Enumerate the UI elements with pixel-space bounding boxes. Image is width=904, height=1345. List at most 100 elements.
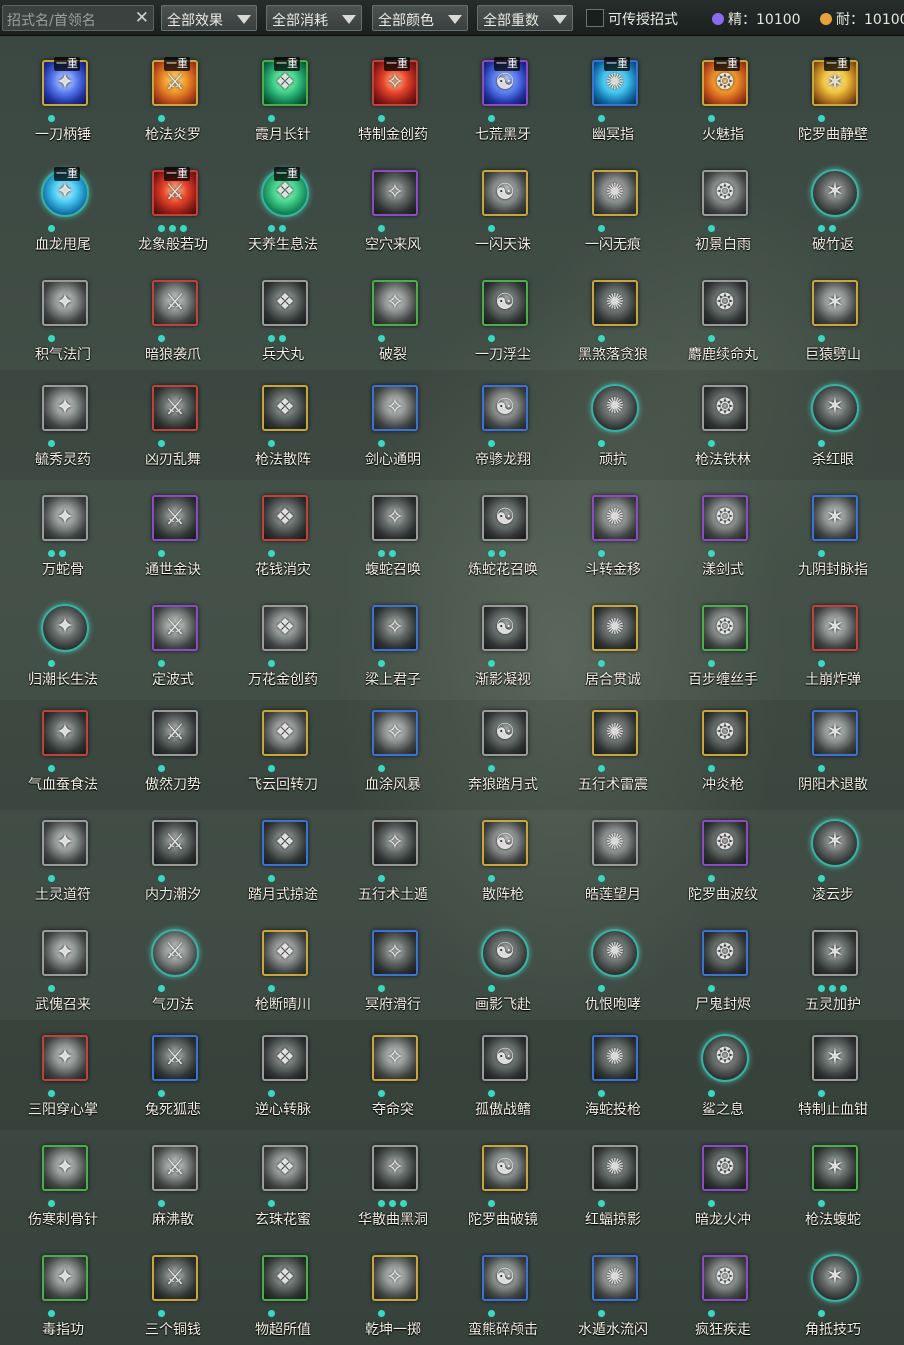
skill-icon[interactable]: ✺ [591,384,639,432]
skill-slot[interactable]: ✧ 梁上君子 [338,589,448,699]
skill-slot[interactable]: ☯ 蛮熊碎颅击 [448,1239,558,1345]
skill-icon[interactable]: ⚔ [152,385,198,431]
skill-slot[interactable]: ✦ 武傀召来 [8,914,118,1024]
skill-slot[interactable]: ☯ 帝骖龙翔 [448,369,558,479]
skill-slot[interactable]: ✧ 冥府滑行 [338,914,448,1024]
teachable-checkbox[interactable] [586,9,604,27]
skill-icon[interactable]: ⚔ [152,1145,198,1191]
skill-slot[interactable]: ✶ 一重 陀罗曲静壁 [778,44,888,154]
skill-icon[interactable]: ✦ [42,820,88,866]
skill-slot[interactable]: ✺ 顽抗 [558,369,668,479]
skill-icon[interactable]: ✧ [372,820,418,866]
skill-icon[interactable]: ✧ [372,710,418,756]
skill-icon[interactable]: ✦ [42,1255,88,1301]
skill-slot[interactable]: ❂ 疯狂疾走 [668,1239,778,1345]
skill-slot[interactable]: ❂ 一重 火魅指 [668,44,778,154]
skill-slot[interactable]: ✺ 皓莲望月 [558,804,668,914]
skill-icon[interactable]: ❂ [702,930,748,976]
skill-icon[interactable]: ❖ [262,495,308,541]
skill-slot[interactable]: ☯ 散阵枪 [448,804,558,914]
skill-slot[interactable]: ❖ 万花金创药 [228,589,338,699]
skill-icon[interactable]: ❖ [262,605,308,651]
skill-icon[interactable]: ❂ [702,605,748,651]
skill-slot[interactable]: ❂ 冲炎枪 [668,694,778,804]
skill-slot[interactable]: ✦ 土灵道符 [8,804,118,914]
skill-slot[interactable]: ☯ 一闪天诛 [448,154,558,264]
skill-icon[interactable]: ⚔ [152,1035,198,1081]
skill-slot[interactable]: ✶ 枪法蝮蛇 [778,1129,888,1239]
skill-icon[interactable]: ✺ [592,280,638,326]
skill-slot[interactable]: ✺ 黑煞落贪狼 [558,264,668,374]
skill-icon[interactable]: ✦ [41,604,89,652]
skill-icon[interactable]: ☯ [482,280,528,326]
skill-icon[interactable]: ☯ [482,1145,528,1191]
skill-icon[interactable]: ❖ [262,280,308,326]
skill-icon[interactable]: ✺ [592,1145,638,1191]
color-filter-dropdown[interactable]: 全部颜色 [372,5,468,31]
skill-slot[interactable]: ❖ 玄珠花蜜 [228,1129,338,1239]
skill-icon[interactable]: ✶ [812,1145,858,1191]
skill-icon[interactable]: ✶ [812,930,858,976]
skill-slot[interactable]: ✧ 破裂 [338,264,448,374]
skill-slot[interactable]: ✺ 仇恨咆哮 [558,914,668,1024]
skill-icon[interactable]: ✧ [372,495,418,541]
skill-slot[interactable]: ✦ 三阳穿心掌 [8,1019,118,1129]
skill-slot[interactable]: ☯ 奔狼踏月式 [448,694,558,804]
skill-slot[interactable]: ❖ 一重 天养生息法 [228,154,338,264]
skill-slot[interactable]: ✧ 一重 特制金创药 [338,44,448,154]
skill-slot[interactable]: ⚔ 气刃法 [118,914,228,1024]
skill-icon[interactable]: ✦ [42,710,88,756]
skill-icon[interactable]: ✧ [372,1255,418,1301]
skill-slot[interactable]: ☯ 陀罗曲破镜 [448,1129,558,1239]
skill-slot[interactable]: ✺ 斗转金移 [558,479,668,589]
skill-icon[interactable]: ✶ [811,384,859,432]
skill-slot[interactable]: ✧ 蝮蛇召唤 [338,479,448,589]
skill-slot[interactable]: ✺ 水遁水流闪 [558,1239,668,1345]
skill-slot[interactable]: ☯ 一刀浮尘 [448,264,558,374]
skill-slot[interactable]: ❖ 踏月式掠途 [228,804,338,914]
skill-slot[interactable]: ❖ 花钱消灾 [228,479,338,589]
skill-icon[interactable]: ✦ [42,930,88,976]
skill-slot[interactable]: ✶ 阴阳术退散 [778,694,888,804]
skill-icon[interactable]: ✦ [42,280,88,326]
skill-slot[interactable]: ❖ 枪法散阵 [228,369,338,479]
skill-icon[interactable]: ☯ [482,820,528,866]
skill-slot[interactable]: ⚔ 暗狼袭爪 [118,264,228,374]
skill-icon[interactable]: ❖ [262,710,308,756]
skill-slot[interactable]: ✶ 土崩炸弹 [778,589,888,699]
skill-slot[interactable]: ⚔ 麻沸散 [118,1129,228,1239]
skill-icon[interactable]: ✺ [591,929,639,977]
skill-slot[interactable]: ✧ 五行术土遁 [338,804,448,914]
skill-slot[interactable]: ✦ 一重 一刀柄锤 [8,44,118,154]
skill-slot[interactable]: ✦ 积气法门 [8,264,118,374]
skill-icon[interactable]: ❂ [702,820,748,866]
skill-slot[interactable]: ❂ 枪法铁林 [668,369,778,479]
skill-slot[interactable]: ❂ 漾剑式 [668,479,778,589]
skill-slot[interactable]: ☯ 炼蛇花召唤 [448,479,558,589]
skill-slot[interactable]: ⚔ 定波式 [118,589,228,699]
skill-icon[interactable]: ❂ [701,1034,749,1082]
skill-icon[interactable]: ✺ [592,495,638,541]
skill-icon[interactable]: ✦ [42,495,88,541]
skill-slot[interactable]: ⚔ 一重 枪法炎罗 [118,44,228,154]
skill-icon[interactable]: ☯ [482,1255,528,1301]
skill-icon[interactable]: ❖ [262,1145,308,1191]
skill-slot[interactable]: ❂ 尸鬼封烬 [668,914,778,1024]
skill-slot[interactable]: ✧ 空穴来风 [338,154,448,264]
skill-slot[interactable]: ⚔ 通世金诀 [118,479,228,589]
skill-icon[interactable]: ⚔ [152,710,198,756]
skill-icon[interactable]: ⚔ [152,820,198,866]
skill-icon[interactable]: ❖ [262,385,308,431]
skill-slot[interactable]: ✺ 五行术雷震 [558,694,668,804]
skill-slot[interactable]: ✶ 破竹返 [778,154,888,264]
skill-icon[interactable]: ⚔ [152,605,198,651]
skill-slot[interactable]: ⚔ 傲然刀势 [118,694,228,804]
skill-icon[interactable]: ✺ [592,820,638,866]
skill-icon[interactable]: ❂ [702,280,748,326]
skill-icon[interactable]: ❂ [702,710,748,756]
skill-icon[interactable]: ☯ [482,495,528,541]
skill-icon[interactable]: ⚔ [152,1255,198,1301]
skill-icon[interactable]: ❂ [702,385,748,431]
cost-filter-dropdown[interactable]: 全部消耗 [266,5,362,31]
skill-slot[interactable]: ✶ 五灵加护 [778,914,888,1024]
